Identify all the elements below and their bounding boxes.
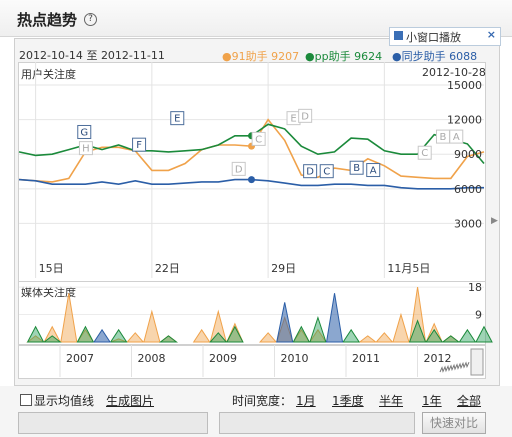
media-peak bbox=[375, 332, 394, 343]
event-marker-label: B bbox=[353, 163, 360, 174]
y-tick-label: 6000 bbox=[454, 183, 482, 196]
media-peak bbox=[143, 309, 161, 343]
show-average-label[interactable]: 显示均值线 bbox=[34, 392, 94, 409]
media-peak bbox=[292, 325, 311, 343]
navigator-year: 2012 bbox=[424, 352, 452, 365]
event-marker-label: D bbox=[235, 164, 243, 175]
event-marker-label: C bbox=[323, 167, 330, 178]
media-peak bbox=[93, 328, 111, 343]
media-peak bbox=[226, 325, 244, 343]
event-marker-label: D bbox=[306, 167, 314, 178]
navigator-year: 2010 bbox=[281, 352, 309, 365]
event-marker-label: H bbox=[82, 144, 90, 155]
media-peak bbox=[76, 325, 95, 343]
media-peak bbox=[392, 312, 410, 343]
trend-chart-svg[interactable]: HGFEDCD C B AB AE DC 300060009000120001500015… bbox=[0, 0, 512, 437]
period-1month[interactable]: 1月 bbox=[296, 392, 316, 409]
time-width-label: 时间宽度： bbox=[232, 394, 293, 408]
event-marker-label: G bbox=[80, 127, 88, 138]
media-peak bbox=[441, 335, 461, 343]
navigator-year: 2008 bbox=[138, 352, 166, 365]
event-marker-label: A bbox=[370, 166, 377, 177]
y-tick-label: 3000 bbox=[454, 217, 482, 230]
event-marker-label: A bbox=[453, 132, 460, 143]
event-marker-label: C bbox=[255, 134, 262, 145]
media-peak bbox=[259, 332, 278, 343]
period-1quarter[interactable]: 1季度 bbox=[332, 392, 364, 409]
show-average-checkbox[interactable] bbox=[20, 394, 32, 406]
media-peak bbox=[60, 293, 78, 343]
media-y-tick-label: 18 bbox=[468, 281, 482, 294]
compare-input-2[interactable] bbox=[219, 412, 415, 434]
event-marker-label: F bbox=[136, 140, 142, 151]
y-tick-label: 12000 bbox=[447, 114, 482, 127]
event-marker-label: D bbox=[301, 111, 309, 122]
navigator-handle bbox=[470, 348, 484, 376]
navigator-year: 2009 bbox=[209, 352, 237, 365]
media-peak bbox=[475, 325, 493, 343]
x-tick-label: 11月5日 bbox=[387, 262, 430, 275]
media-y-tick-label: 9 bbox=[475, 309, 482, 322]
media-peak bbox=[126, 332, 145, 343]
navigator-year: 2007 bbox=[66, 352, 94, 365]
media-peak bbox=[342, 328, 361, 343]
quick-compare-button[interactable]: 快速对比 bbox=[422, 412, 486, 434]
media-peak bbox=[358, 335, 378, 343]
generate-image-link[interactable]: 生成图片 bbox=[106, 392, 154, 409]
media-peak bbox=[458, 328, 477, 343]
x-tick-label: 15日 bbox=[39, 262, 64, 275]
event-marker-label: B bbox=[440, 132, 447, 143]
media-peak bbox=[276, 302, 294, 343]
compare-input-1[interactable] bbox=[18, 412, 208, 434]
media-peak bbox=[26, 325, 45, 343]
current-point bbox=[248, 176, 255, 184]
media-peak bbox=[309, 315, 327, 343]
media-peak bbox=[325, 293, 344, 343]
event-marker-label: C bbox=[421, 148, 428, 159]
media-peak bbox=[192, 328, 211, 343]
x-tick-label: 22日 bbox=[155, 262, 180, 275]
event-marker-label: E bbox=[290, 114, 296, 125]
media-peak bbox=[158, 335, 178, 343]
y-tick-label: 9000 bbox=[454, 148, 482, 161]
x-tick-label: 29日 bbox=[271, 262, 296, 275]
navigator-year: 2011 bbox=[352, 352, 380, 365]
period-halfyear[interactable]: 半年 bbox=[379, 392, 403, 409]
media-peak bbox=[109, 328, 128, 343]
event-marker-label: E bbox=[174, 114, 180, 125]
period-1year[interactable]: 1年 bbox=[422, 392, 442, 409]
period-all[interactable]: 全部 bbox=[457, 392, 481, 409]
y-tick-label: 15000 bbox=[447, 79, 482, 92]
